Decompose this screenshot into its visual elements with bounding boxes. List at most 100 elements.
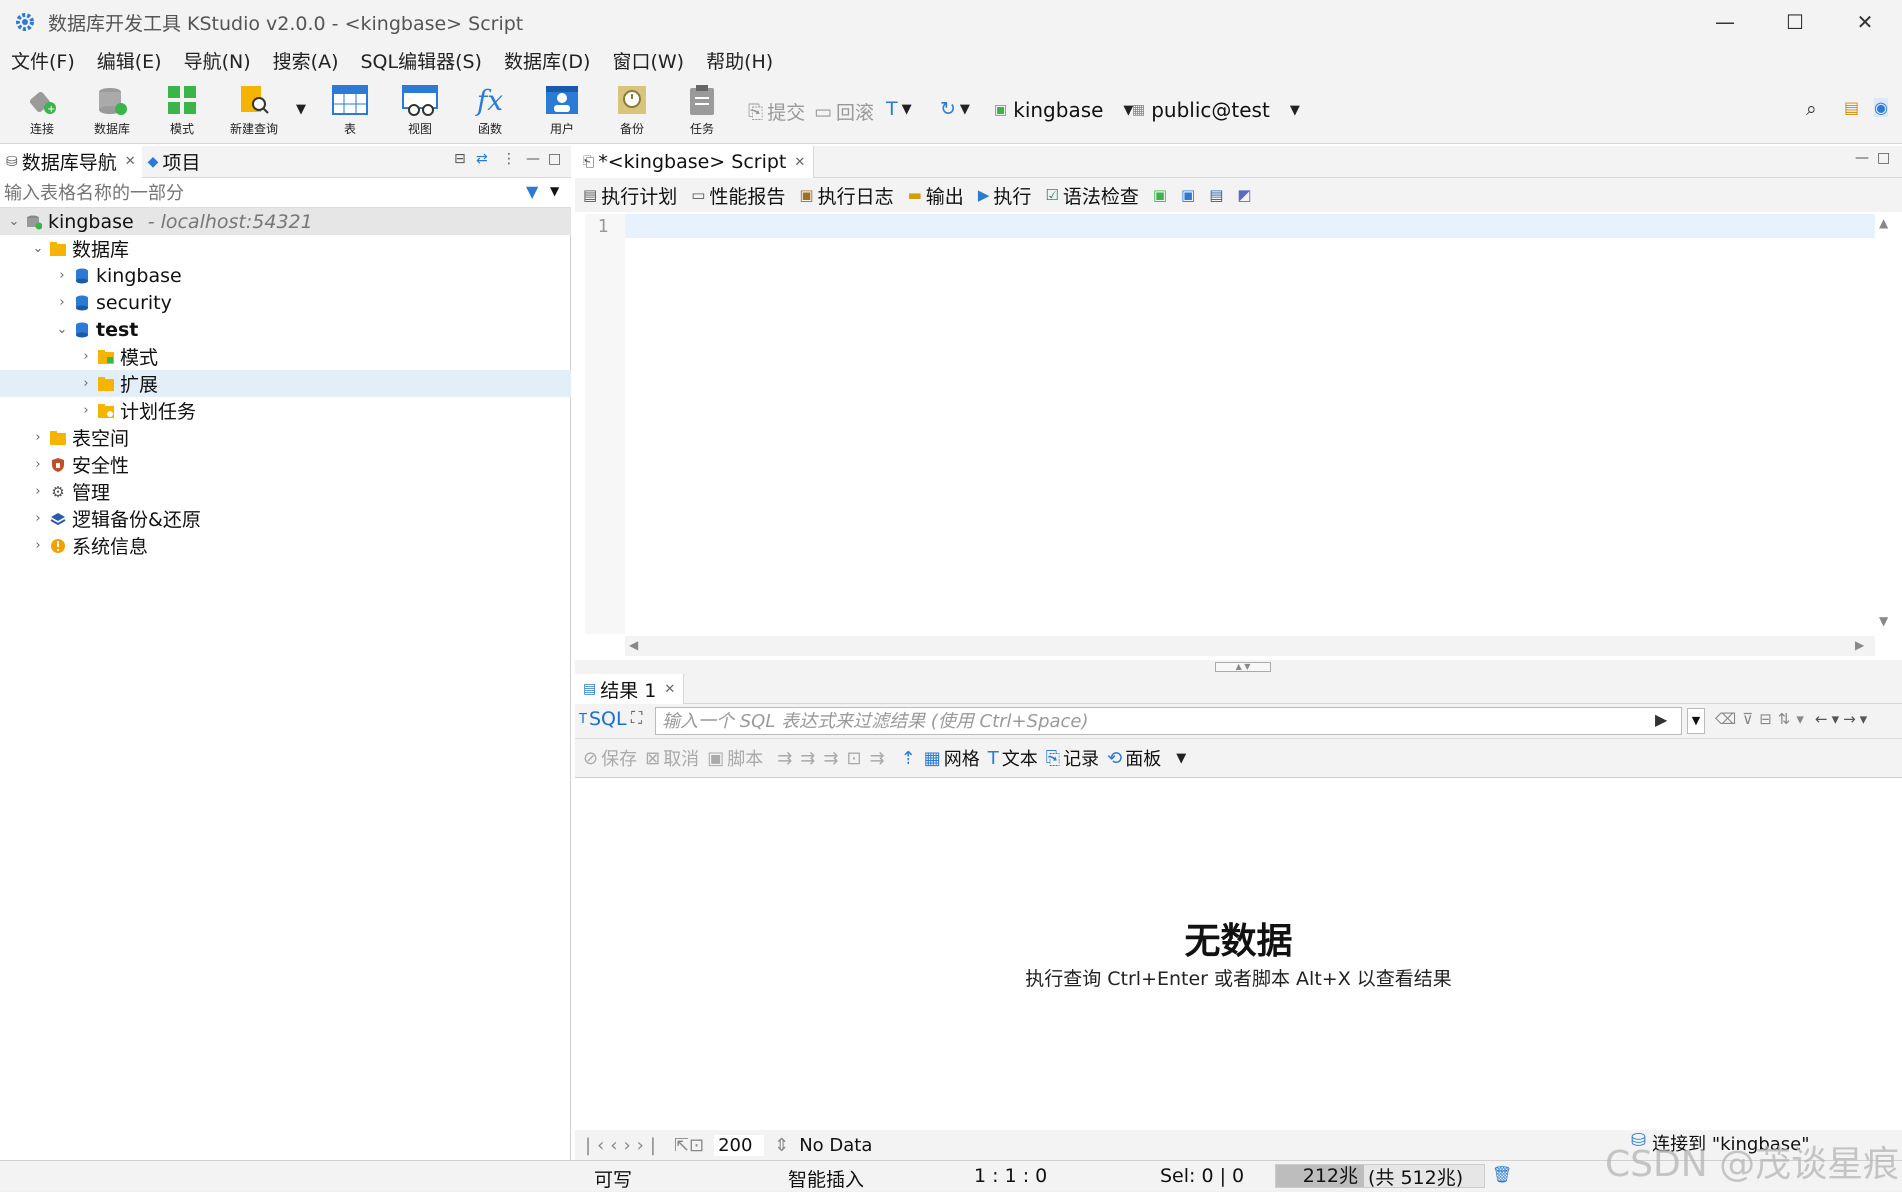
link-editor-icon[interactable]: ⇄ xyxy=(476,151,488,167)
chevron-right-icon[interactable]: › xyxy=(28,538,48,553)
connect-button[interactable]: + 连接 xyxy=(10,82,74,142)
sql-text-area[interactable] xyxy=(625,214,1875,238)
close-tab-icon[interactable]: ✕ xyxy=(664,682,675,697)
tree-node-system-info[interactable]: › 系统信息 xyxy=(0,532,571,559)
menu-search[interactable]: 搜索(A) xyxy=(262,47,350,74)
expand-filter-icon[interactable]: ⛶ xyxy=(631,708,642,728)
chevron-right-icon[interactable]: › xyxy=(76,349,96,364)
menu-help[interactable]: 帮助(H) xyxy=(695,47,784,74)
tab-projects[interactable]: ◆ 项目 xyxy=(142,146,207,178)
tree-node-connection-kingbase[interactable]: ⌄ kingbase - localhost:54321 xyxy=(0,208,571,235)
collapse-all-icon[interactable]: ⊟ xyxy=(454,151,466,167)
chevron-right-icon[interactable]: › xyxy=(76,376,96,391)
close-tab-icon[interactable]: ✕ xyxy=(125,154,136,169)
transaction-mode-button[interactable]: T ▼ xyxy=(886,98,912,120)
vertical-scrollbar[interactable]: ▲ ▼ xyxy=(1875,214,1895,636)
view-menu-icon[interactable]: ⋮ xyxy=(502,151,516,167)
schema-button[interactable]: 模式 xyxy=(150,82,214,142)
layout-icon[interactable]: ▤ xyxy=(1209,186,1223,204)
script-button[interactable]: ▣ 脚本 xyxy=(707,745,763,771)
close-tab-icon[interactable]: ✕ xyxy=(794,155,805,170)
tree-node-scheduled-tasks[interactable]: › 计划任务 xyxy=(0,397,571,424)
task-button[interactable]: 任务 xyxy=(670,82,734,142)
row-edit-icons[interactable]: ⇉⇉⇉⊡⇉ xyxy=(777,748,892,769)
garbage-collect-icon[interactable]: 🗑 xyxy=(1492,1165,1512,1184)
tree-node-db-security[interactable]: › security xyxy=(0,289,571,316)
commit-button[interactable]: ⎘ 提交 xyxy=(748,98,805,125)
menu-database[interactable]: 数据库(D) xyxy=(493,47,601,74)
fetch-all-icon[interactable]: ⇕ xyxy=(774,1135,789,1156)
chevron-right-icon[interactable]: › xyxy=(52,268,72,283)
execution-log-button[interactable]: ▣ 执行日志 xyxy=(799,182,893,209)
tree-node-databases[interactable]: ⌄ 数据库 xyxy=(0,235,571,262)
cancel-button[interactable]: ⊠ 取消 xyxy=(645,745,699,771)
chevron-right-icon[interactable]: › xyxy=(52,295,72,310)
chevron-right-icon[interactable]: › xyxy=(76,403,96,418)
explain-plan-button[interactable]: ▤ 执行计划 xyxy=(583,182,677,209)
syntax-check-button[interactable]: ☑ 语法检查 xyxy=(1045,182,1138,209)
format-sql-icon[interactable]: ▣ xyxy=(1181,186,1195,204)
backup-button[interactable]: 备份 xyxy=(600,82,664,142)
tree-node-db-test[interactable]: ⌄ test xyxy=(0,316,571,343)
tree-node-logical-backup[interactable]: › 逻辑备份&还原 xyxy=(0,505,571,532)
tree-node-extensions[interactable]: › 扩展 xyxy=(0,370,571,397)
maximize-button[interactable]: ☐ xyxy=(1760,0,1830,44)
export-icon[interactable]: ⇡ xyxy=(901,748,916,769)
chevron-down-icon[interactable]: ⌄ xyxy=(4,214,24,229)
maximize-panel-icon[interactable]: □ xyxy=(548,151,561,167)
maximize-editor-icon[interactable]: □ xyxy=(1877,150,1890,166)
panels-button[interactable]: ⟲ 面板 ▼ xyxy=(1107,745,1186,771)
filter-icon[interactable]: ▼ xyxy=(526,182,538,201)
menu-sql-editor[interactable]: SQL编辑器(S) xyxy=(349,47,493,74)
page-navigation-icons[interactable]: |‹‹››| xyxy=(585,1135,662,1156)
minimize-button[interactable]: — xyxy=(1690,0,1760,44)
text-view-button[interactable]: T 文本 xyxy=(988,745,1038,771)
tab-result-1[interactable]: ▤ 结果 1 ✕ xyxy=(575,674,685,704)
comment-icon[interactable]: ◩ xyxy=(1237,186,1251,204)
function-button[interactable]: fx 函数 xyxy=(458,82,522,142)
search-icon[interactable]: ⌕ xyxy=(1806,98,1817,120)
scroll-down-icon[interactable]: ▼ xyxy=(1879,614,1888,628)
menu-edit[interactable]: 编辑(E) xyxy=(86,47,173,74)
editor-results-sash[interactable]: ▲ ▼ xyxy=(575,660,1902,674)
chevron-right-icon[interactable]: › xyxy=(28,457,48,472)
chevron-down-icon[interactable]: ⌄ xyxy=(52,322,72,337)
tree-node-schemas[interactable]: › 模式 xyxy=(0,343,571,370)
menu-file[interactable]: 文件(F) xyxy=(0,47,86,74)
chevron-right-icon[interactable]: › xyxy=(28,430,48,445)
user-button[interactable]: 用户 xyxy=(530,82,594,142)
filter-dropdown-icon[interactable]: ▼ xyxy=(550,184,559,198)
fetch-icons[interactable]: ⇱⊡ xyxy=(674,1135,704,1156)
minimize-editor-icon[interactable]: — xyxy=(1855,150,1869,166)
record-view-button[interactable]: ⎘ 记录 xyxy=(1046,745,1099,771)
rollback-button[interactable]: ▭ 回滚 xyxy=(814,98,874,125)
execute-button[interactable]: ▶ 执行 xyxy=(978,182,1032,209)
close-button[interactable]: ✕ xyxy=(1830,0,1900,44)
tree-node-administration[interactable]: › ⚙ 管理 xyxy=(0,478,571,505)
sash-handle-icon[interactable]: ▲ ▼ xyxy=(1215,662,1271,672)
chevron-right-icon[interactable]: › xyxy=(28,484,48,499)
filter-history-dropdown[interactable]: ▼ xyxy=(1687,708,1705,734)
perspective-icon[interactable]: ▤ xyxy=(1844,98,1859,117)
performance-report-button[interactable]: ▭ 性能报告 xyxy=(691,182,785,209)
apply-filter-icon[interactable]: ▶ xyxy=(1655,710,1667,729)
fetch-size-input[interactable]: 200 xyxy=(714,1134,765,1156)
new-query-button[interactable]: 新建查询 xyxy=(222,82,286,142)
output-button[interactable]: ▬ 输出 xyxy=(908,182,964,209)
tree-node-db-kingbase[interactable]: › kingbase xyxy=(0,262,571,289)
database-button[interactable]: 数据库 xyxy=(80,82,144,142)
history-button[interactable]: ↻ ▼ xyxy=(940,98,970,120)
scroll-up-icon[interactable]: ▲ xyxy=(1879,216,1888,230)
tab-kingbase-script[interactable]: ⎗ *<kingbase> Script ✕ xyxy=(575,146,815,178)
connection-selector[interactable]: ▣ kingbase ▼ xyxy=(994,98,1133,122)
new-query-dropdown-icon[interactable]: ▼ xyxy=(296,102,306,117)
filter-tools-icons[interactable]: ⌫⊽⊟⇅▾ xyxy=(1715,710,1810,728)
chevron-right-icon[interactable]: › xyxy=(28,511,48,526)
navigation-arrows-icons[interactable]: ←▾→▾ xyxy=(1815,710,1871,728)
database-perspective-icon[interactable]: ◉ xyxy=(1874,98,1888,117)
tab-database-navigator[interactable]: ⛁ 数据库导航 ✕ xyxy=(0,145,142,178)
chevron-down-icon[interactable]: ⌄ xyxy=(28,241,48,256)
grid-view-button[interactable]: ▦ 网格 xyxy=(924,745,980,771)
table-button[interactable]: 表 xyxy=(318,82,382,142)
menu-navigate[interactable]: 导航(N) xyxy=(173,47,262,74)
